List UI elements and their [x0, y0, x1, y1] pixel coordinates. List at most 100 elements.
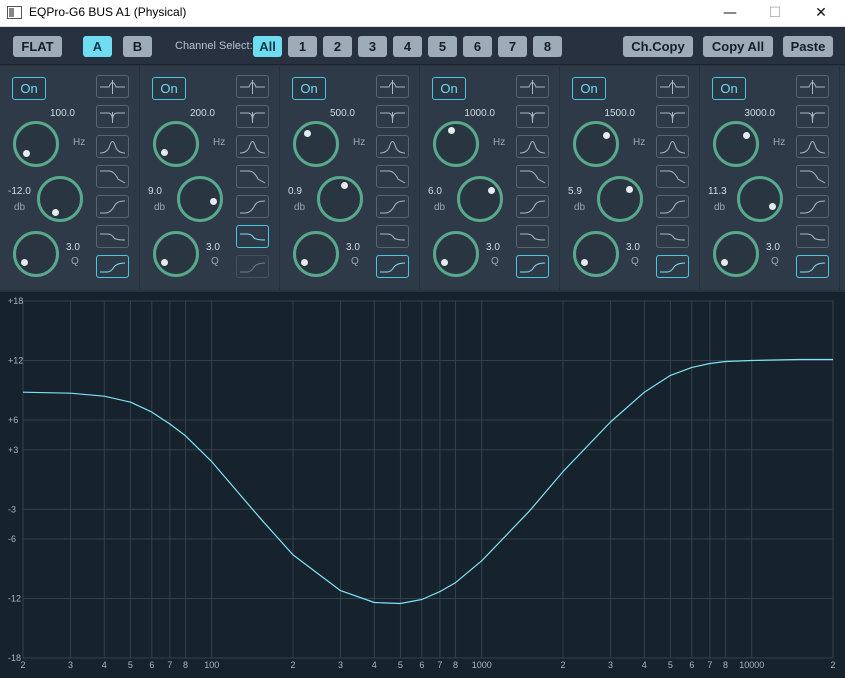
- high-shelf-filter-button[interactable]: [796, 165, 829, 188]
- low-shelf-filter-button[interactable]: [376, 225, 409, 248]
- preset-a-button[interactable]: A: [83, 36, 112, 57]
- bell-filter-button[interactable]: [796, 75, 829, 98]
- low-shelf-filter-button[interactable]: [516, 225, 549, 248]
- channel-5-button[interactable]: 5: [428, 36, 457, 57]
- bell-filter-button[interactable]: [376, 75, 409, 98]
- channel-4-button[interactable]: 4: [393, 36, 422, 57]
- high-pass-filter-button[interactable]: [236, 195, 269, 218]
- band-on-toggle[interactable]: On: [572, 77, 606, 100]
- band-on-toggle[interactable]: On: [152, 77, 186, 100]
- bandpass-filter-button[interactable]: [796, 135, 829, 158]
- channel-6-button[interactable]: 6: [463, 36, 492, 57]
- copy-all-button[interactable]: Copy All: [703, 36, 773, 57]
- notch-filter-button[interactable]: [96, 105, 129, 128]
- gain-knob[interactable]: [37, 176, 83, 222]
- knob-indicator: [581, 258, 589, 266]
- bell-filter-button[interactable]: [236, 75, 269, 98]
- low-pass-filter-button[interactable]: [656, 255, 689, 278]
- bandpass-filter-button[interactable]: [236, 135, 269, 158]
- gain-knob[interactable]: [457, 176, 503, 222]
- high-shelf-filter-button[interactable]: [96, 165, 129, 188]
- low-pass-filter-button[interactable]: [796, 255, 829, 278]
- low-pass-filter-button[interactable]: [96, 255, 129, 278]
- frequency-knob[interactable]: [573, 121, 619, 167]
- db-unit-label: db: [294, 202, 306, 213]
- q-knob[interactable]: [573, 231, 619, 277]
- high-shelf-filter-button[interactable]: [376, 165, 409, 188]
- bandpass-filter-button[interactable]: [96, 135, 129, 158]
- x-tick-label: 100: [204, 660, 219, 670]
- high-pass-filter-button[interactable]: [96, 195, 129, 218]
- frequency-knob[interactable]: [713, 121, 759, 167]
- high-pass-filter-button[interactable]: [376, 195, 409, 218]
- notch-filter-button[interactable]: [236, 105, 269, 128]
- gain-knob[interactable]: [177, 176, 223, 222]
- bell-filter-button[interactable]: [516, 75, 549, 98]
- q-knob[interactable]: [713, 231, 759, 277]
- low-pass-filter-button[interactable]: [236, 255, 269, 278]
- low-shelf-filter-button[interactable]: [656, 225, 689, 248]
- gain-knob[interactable]: [597, 176, 643, 222]
- q-knob[interactable]: [293, 231, 339, 277]
- bandpass-filter-button[interactable]: [656, 135, 689, 158]
- band-on-toggle[interactable]: On: [432, 77, 466, 100]
- low-shelf-filter-button[interactable]: [96, 225, 129, 248]
- low-shelf-filter-button[interactable]: [236, 225, 269, 248]
- q-unit-label: Q: [771, 256, 779, 267]
- channel-all-button[interactable]: All: [253, 36, 282, 57]
- channel-8-button[interactable]: 8: [533, 36, 562, 57]
- x-tick-label: 6: [149, 660, 154, 670]
- channel-2-button[interactable]: 2: [323, 36, 352, 57]
- low-pass-icon: [380, 262, 406, 273]
- bandpass-filter-button[interactable]: [516, 135, 549, 158]
- bell-filter-button[interactable]: [656, 75, 689, 98]
- flat-button[interactable]: FLAT: [13, 36, 62, 57]
- high-shelf-icon: [240, 170, 266, 184]
- channel-3-button[interactable]: 3: [358, 36, 387, 57]
- q-knob[interactable]: [433, 231, 479, 277]
- notch-filter-button[interactable]: [796, 105, 829, 128]
- band-on-toggle[interactable]: On: [292, 77, 326, 100]
- band-gain-value: 11.3: [708, 186, 727, 197]
- high-shelf-icon: [800, 170, 826, 184]
- notch-filter-button[interactable]: [376, 105, 409, 128]
- high-shelf-filter-button[interactable]: [516, 165, 549, 188]
- band-on-toggle[interactable]: On: [712, 77, 746, 100]
- minimize-button[interactable]: —: [707, 0, 753, 27]
- y-tick-label: +3: [8, 445, 18, 455]
- gain-knob[interactable]: [317, 176, 363, 222]
- q-knob[interactable]: [13, 231, 59, 277]
- bell-filter-button[interactable]: [96, 75, 129, 98]
- low-pass-filter-button[interactable]: [516, 255, 549, 278]
- frequency-knob[interactable]: [153, 121, 199, 167]
- high-shelf-filter-button[interactable]: [236, 165, 269, 188]
- close-button[interactable]: ✕: [798, 0, 844, 27]
- frequency-knob[interactable]: [433, 121, 479, 167]
- eq-band-4: On 1000.0 Hz 6.0 db 3.0 Q: [420, 66, 560, 290]
- toolbar: FLAT A B Channel Select: All 1 2 3 4 5 6 7 8 Ch.…: [0, 27, 845, 65]
- low-pass-filter-button[interactable]: [376, 255, 409, 278]
- preset-b-button[interactable]: B: [123, 36, 152, 57]
- gain-knob[interactable]: [737, 176, 783, 222]
- channel-1-button[interactable]: 1: [288, 36, 317, 57]
- high-pass-filter-button[interactable]: [796, 195, 829, 218]
- q-unit-label: Q: [351, 256, 359, 267]
- channel-7-button[interactable]: 7: [498, 36, 527, 57]
- band-on-toggle[interactable]: On: [12, 77, 46, 100]
- eq-band-panel: On 100.0 Hz -12.0 db 3.0 Q On 200.0 Hz 9.0 db 3.0 Q On…: [0, 66, 845, 290]
- notch-filter-button[interactable]: [656, 105, 689, 128]
- maximize-button[interactable]: ☐: [752, 0, 798, 27]
- q-knob[interactable]: [153, 231, 199, 277]
- ch-copy-button[interactable]: Ch.Copy: [623, 36, 693, 57]
- paste-button[interactable]: Paste: [783, 36, 833, 57]
- frequency-knob[interactable]: [13, 121, 59, 167]
- high-pass-filter-button[interactable]: [656, 195, 689, 218]
- x-tick-label: 8: [453, 660, 458, 670]
- bandpass-filter-button[interactable]: [376, 135, 409, 158]
- hz-unit-label: Hz: [73, 137, 86, 148]
- low-shelf-filter-button[interactable]: [796, 225, 829, 248]
- high-shelf-filter-button[interactable]: [656, 165, 689, 188]
- high-pass-filter-button[interactable]: [516, 195, 549, 218]
- frequency-knob[interactable]: [293, 121, 339, 167]
- notch-filter-button[interactable]: [516, 105, 549, 128]
